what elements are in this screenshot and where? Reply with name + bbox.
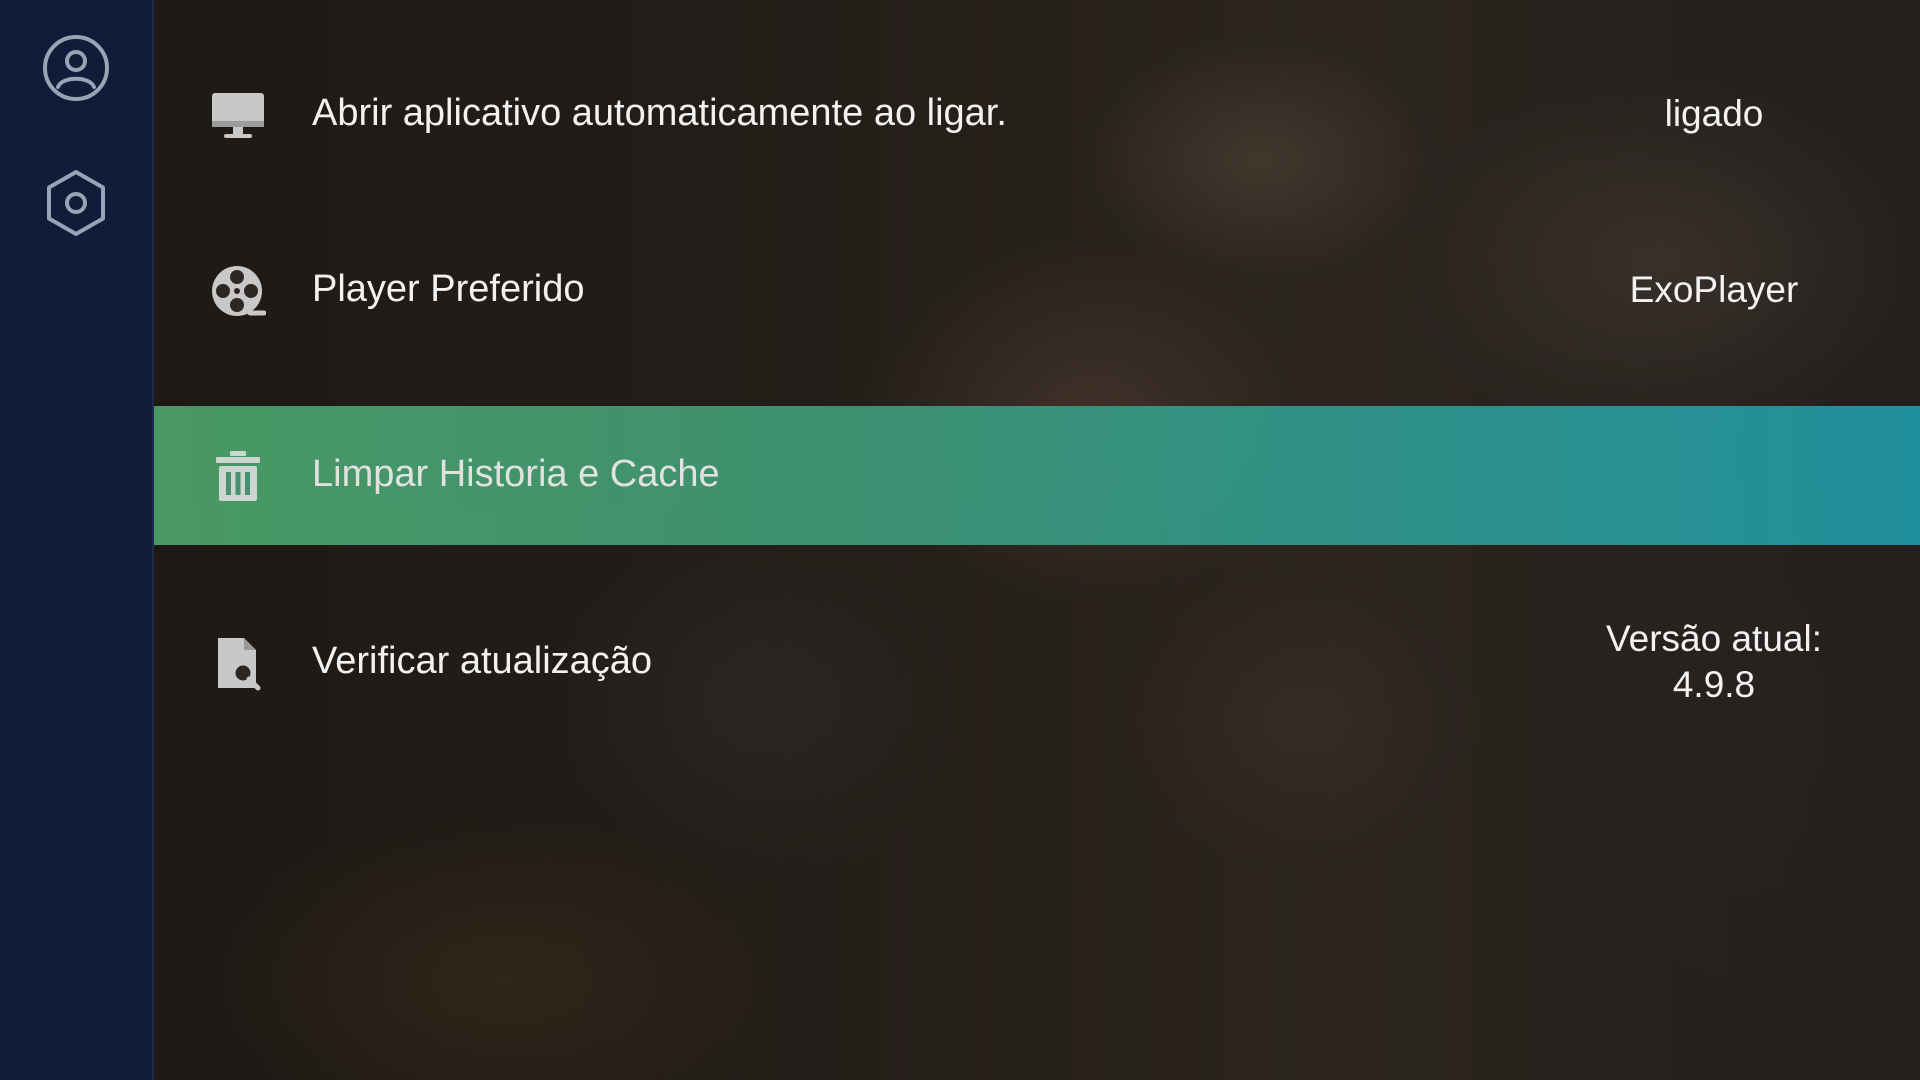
sidebar (0, 0, 154, 1080)
film-reel-icon (212, 266, 266, 316)
setting-value: ExoPlayer (1629, 269, 1799, 310)
setting-clear-history-cache[interactable]: Limpar Historia e Cache (154, 406, 1920, 545)
sidebar-settings-button[interactable] (38, 165, 114, 241)
trash-icon (216, 451, 260, 501)
setting-label: Player Preferido (312, 268, 585, 310)
user-circle-icon (43, 35, 109, 101)
file-search-icon (218, 638, 261, 691)
file-search-icon-wrap (208, 633, 268, 693)
film-reel-icon-wrap (208, 261, 268, 321)
settings-hexagon-icon (47, 170, 105, 236)
trash-icon-wrap (208, 446, 268, 506)
monitor-icon-wrap (208, 85, 268, 145)
settings-screen: Abrir aplicativo automaticamente ao liga… (0, 0, 1920, 1080)
setting-check-update[interactable]: Verificar atualização Versão atual: 4.9.… (154, 600, 1920, 720)
current-version-label: Versão atual: (1606, 618, 1822, 659)
setting-auto-open[interactable]: Abrir aplicativo automaticamente ao liga… (154, 60, 1920, 170)
setting-label: Limpar Historia e Cache (312, 453, 720, 495)
setting-preferred-player[interactable]: Player Preferido ExoPlayer (154, 235, 1920, 345)
setting-label: Abrir aplicativo automaticamente ao liga… (312, 92, 1007, 134)
setting-label: Verificar atualização (312, 640, 653, 682)
sidebar-profile-button[interactable] (38, 30, 114, 106)
monitor-icon (212, 93, 264, 138)
current-version-number: 4.9.8 (1672, 664, 1756, 705)
current-version: Versão atual: 4.9.8 (1564, 616, 1864, 708)
setting-value: ligado (1664, 93, 1764, 134)
